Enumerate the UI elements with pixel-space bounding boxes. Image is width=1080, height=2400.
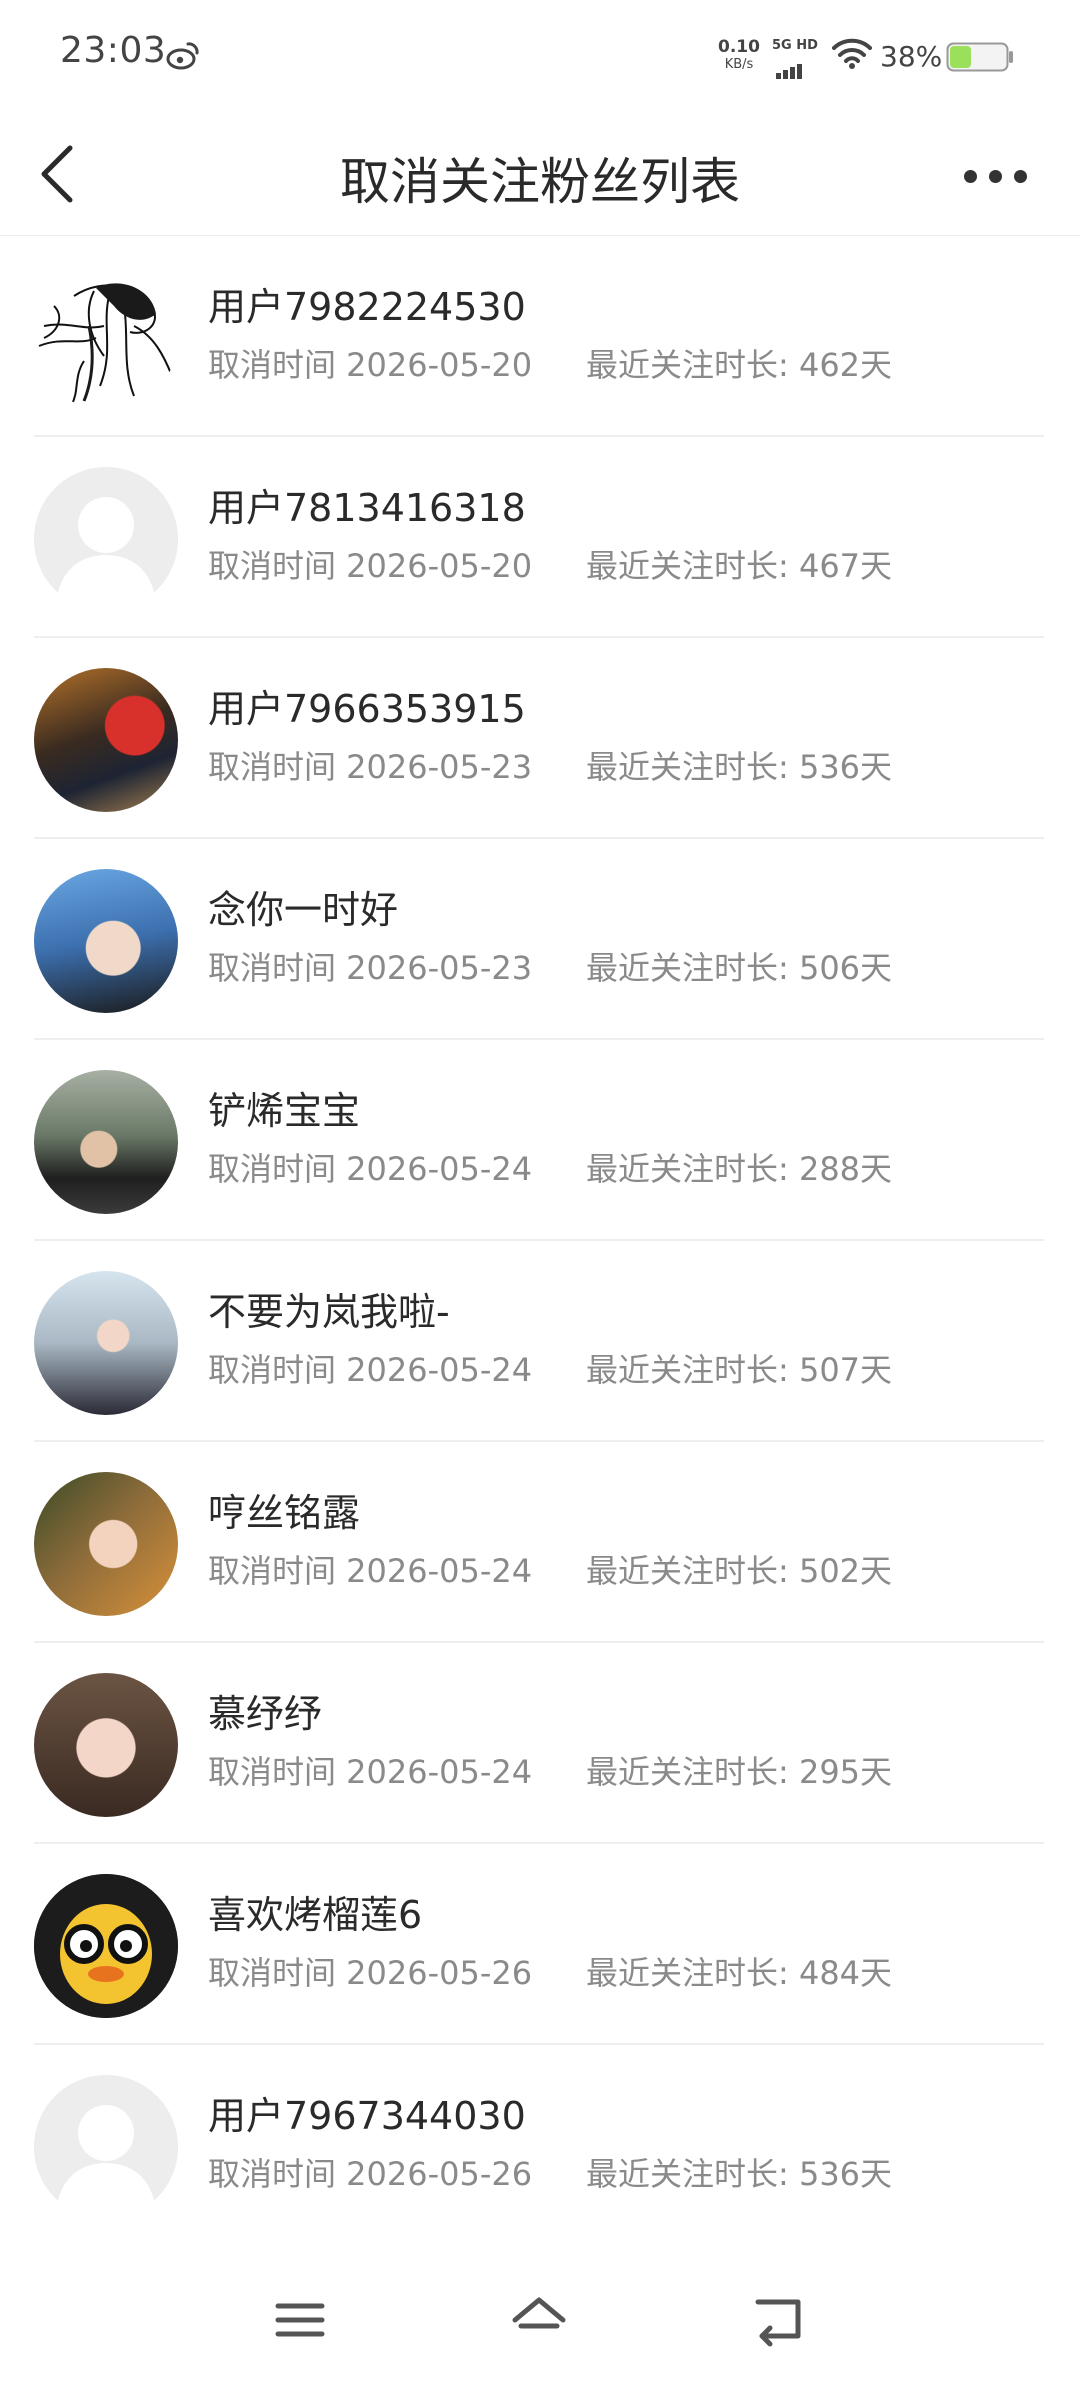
avatar[interactable] bbox=[34, 1874, 178, 2018]
list-item[interactable]: 铲烯宝宝 取消时间 2026-05-24 最近关注时长: 288天 bbox=[0, 1040, 1080, 1241]
follow-duration: 最近关注时长: 295天 bbox=[586, 1753, 893, 1791]
cancel-time: 取消时间 2026-05-23 bbox=[208, 748, 533, 786]
follow-duration: 最近关注时长: 506天 bbox=[586, 949, 893, 987]
page-title: 取消关注粉丝列表 bbox=[340, 153, 740, 211]
follow-duration: 最近关注时长: 484天 bbox=[586, 1954, 893, 1992]
battery-icon bbox=[946, 42, 1013, 72]
cancel-time: 取消时间 2026-05-24 bbox=[208, 1552, 533, 1590]
avatar[interactable] bbox=[34, 668, 178, 812]
network-speed-unit: KB/s bbox=[724, 57, 754, 72]
user-name: 用户7967344030 bbox=[208, 2094, 526, 2138]
avatar[interactable] bbox=[34, 467, 178, 611]
user-name: 哼丝铭露 bbox=[208, 1491, 361, 1535]
menu-icon[interactable] bbox=[270, 2292, 330, 2348]
avatar[interactable] bbox=[34, 869, 178, 1013]
status-time: 23:03 bbox=[60, 30, 167, 71]
cancel-time: 取消时间 2026-05-20 bbox=[208, 346, 533, 384]
network-speed-value: 0.10 bbox=[718, 37, 760, 57]
follow-duration: 最近关注时长: 507天 bbox=[586, 1351, 893, 1389]
network-type-label: 5G HD bbox=[772, 38, 818, 53]
avatar[interactable] bbox=[34, 1673, 178, 1817]
weibo-icon bbox=[166, 42, 199, 70]
home-icon[interactable] bbox=[509, 2292, 569, 2348]
follow-duration: 最近关注时长: 288天 bbox=[586, 1150, 893, 1188]
unfollow-fans-list: 用户7982224530 取消时间 2026-05-20 最近关注时长: 462… bbox=[0, 236, 1080, 2246]
cancel-time: 取消时间 2026-05-26 bbox=[208, 2155, 533, 2193]
user-name: 用户7966353915 bbox=[208, 687, 526, 731]
wifi-icon bbox=[832, 38, 872, 69]
list-item[interactable]: 慕纾纾 取消时间 2026-05-24 最近关注时长: 295天 bbox=[0, 1643, 1080, 1844]
status-bar: 23:03 0.10 KB/s 5G HD 38% bbox=[0, 0, 1080, 112]
user-name: 喜欢烤榴莲6 bbox=[208, 1893, 423, 1937]
follow-duration: 最近关注时长: 462天 bbox=[586, 346, 893, 384]
back-icon[interactable] bbox=[748, 2292, 808, 2348]
follow-duration: 最近关注时长: 467天 bbox=[586, 547, 893, 585]
list-item[interactable]: 用户7982224530 取消时间 2026-05-20 最近关注时长: 462… bbox=[0, 236, 1080, 437]
user-name: 用户7813416318 bbox=[208, 486, 526, 530]
system-nav-bar bbox=[0, 2240, 1080, 2400]
cancel-time: 取消时间 2026-05-24 bbox=[208, 1351, 533, 1389]
user-name: 慕纾纾 bbox=[208, 1692, 323, 1736]
cancel-time: 取消时间 2026-05-23 bbox=[208, 949, 533, 987]
avatar[interactable] bbox=[34, 1472, 178, 1616]
list-item[interactable]: 喜欢烤榴莲6 取消时间 2026-05-26 最近关注时长: 484天 bbox=[0, 1844, 1080, 2045]
cancel-time: 取消时间 2026-05-24 bbox=[208, 1753, 533, 1791]
cancel-time: 取消时间 2026-05-26 bbox=[208, 1954, 533, 1992]
cancel-time: 取消时间 2026-05-20 bbox=[208, 547, 533, 585]
signal-icon: 5G HD bbox=[772, 38, 822, 79]
avatar[interactable] bbox=[34, 266, 178, 410]
app-header: 取消关注粉丝列表 bbox=[0, 112, 1080, 236]
follow-duration: 最近关注时长: 536天 bbox=[586, 748, 893, 786]
user-name: 念你一时好 bbox=[208, 888, 399, 932]
follow-duration: 最近关注时长: 502天 bbox=[586, 1552, 893, 1590]
list-item[interactable]: 不要为岚我啦- 取消时间 2026-05-24 最近关注时长: 507天 bbox=[0, 1241, 1080, 1442]
more-dots-icon[interactable] bbox=[956, 156, 1036, 196]
list-item[interactable]: 用户7813416318 取消时间 2026-05-20 最近关注时长: 467… bbox=[0, 437, 1080, 638]
user-name: 铲烯宝宝 bbox=[208, 1089, 361, 1133]
cancel-time: 取消时间 2026-05-24 bbox=[208, 1150, 533, 1188]
user-name: 用户7982224530 bbox=[208, 285, 526, 329]
avatar[interactable] bbox=[34, 1271, 178, 1415]
list-item[interactable]: 用户7967344030 取消时间 2026-05-26 最近关注时长: 536… bbox=[0, 2045, 1080, 2246]
network-speed: 0.10 KB/s bbox=[714, 38, 764, 74]
avatar[interactable] bbox=[34, 1070, 178, 1214]
battery-percent: 38% bbox=[880, 40, 943, 73]
list-item[interactable]: 念你一时好 取消时间 2026-05-23 最近关注时长: 506天 bbox=[0, 839, 1080, 1040]
list-item[interactable]: 哼丝铭露 取消时间 2026-05-24 最近关注时长: 502天 bbox=[0, 1442, 1080, 1643]
list-item[interactable]: 用户7966353915 取消时间 2026-05-23 最近关注时长: 536… bbox=[0, 638, 1080, 839]
user-name: 不要为岚我啦- bbox=[208, 1290, 450, 1334]
follow-duration: 最近关注时长: 536天 bbox=[586, 2155, 893, 2193]
avatar[interactable] bbox=[34, 2075, 178, 2219]
